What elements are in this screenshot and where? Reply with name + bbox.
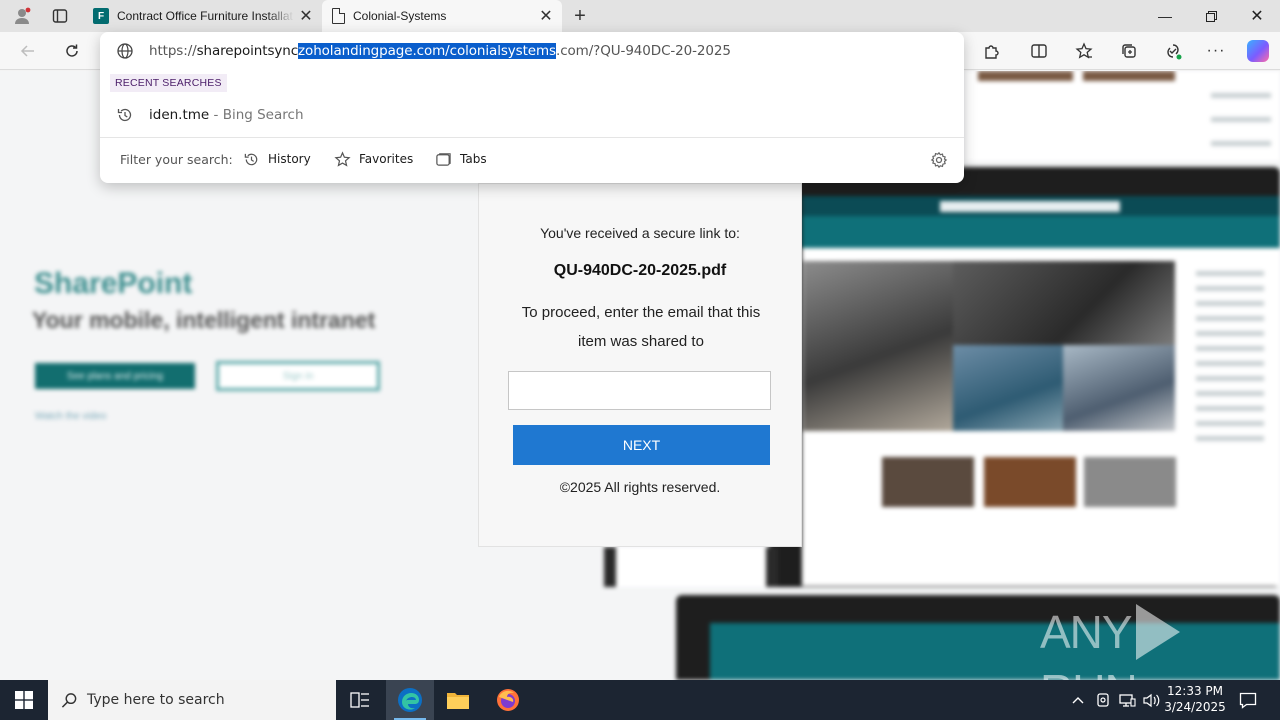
split-screen-icon[interactable]: [1026, 38, 1052, 64]
profile-icon[interactable]: [10, 4, 34, 28]
clock-time: 12:33 PM: [1167, 684, 1223, 698]
see-plans-button: See plans and pricing: [35, 363, 195, 389]
notifications-icon[interactable]: [1234, 680, 1262, 720]
sharepoint-tagline: Your mobile, intelligent intranet: [32, 307, 376, 333]
sign-in-button: Sign in: [216, 361, 380, 391]
star-icon: [334, 150, 351, 167]
tab-title: Contract Office Furniture Installat: [117, 9, 293, 23]
firefox-taskbar-button[interactable]: [484, 680, 532, 720]
browser-essentials-icon[interactable]: [1160, 38, 1186, 64]
collections-icon[interactable]: [1116, 38, 1142, 64]
anyrun-watermark: ANYRUN: [1040, 603, 1280, 680]
start-button[interactable]: [0, 680, 48, 720]
window-close-icon[interactable]: ✕: [1234, 0, 1280, 32]
secure-link-card: You've received a secure link to: QU-940…: [478, 183, 802, 547]
suggestion-item[interactable]: iden.tme - Bing Search: [100, 100, 964, 130]
received-text: You've received a secure link to:: [540, 225, 740, 241]
task-view-icon: [350, 692, 369, 708]
play-logo-icon: [1135, 603, 1180, 660]
suggestion-source: - Bing Search: [209, 107, 304, 123]
clock-date: 3/24/2025: [1164, 700, 1226, 714]
file-name: QU-940DC-20-2025.pdf: [553, 262, 727, 279]
selected-text: zoholandingpage.com/colonialsystems: [298, 43, 556, 59]
windows-taskbar: Type here to search 12:33 PM 3/24/2025: [0, 680, 1280, 720]
restore-icon[interactable]: [1188, 0, 1234, 32]
favorites-icon[interactable]: [1071, 38, 1097, 64]
forms-icon: F: [93, 8, 109, 24]
copilot-icon[interactable]: [1247, 40, 1269, 62]
edge-taskbar-button[interactable]: [386, 680, 434, 720]
tab-colonial-systems[interactable]: Colonial-Systems ✕: [322, 0, 562, 32]
tabs-icon: [436, 152, 451, 166]
tab-strip: F Contract Office Furniture Installat ✕ …: [0, 0, 1280, 32]
gear-icon[interactable]: [930, 151, 948, 169]
suggestion-query: iden.tme: [149, 107, 210, 123]
copyright-text: ©2025 All rights reserved.: [559, 479, 721, 495]
recent-searches-label: RECENT SEARCHES: [110, 74, 227, 92]
network-icon[interactable]: [1116, 680, 1138, 720]
filter-label: Filter your search:: [120, 152, 233, 167]
globe-icon: [117, 43, 133, 59]
search-icon: [61, 693, 77, 708]
close-icon[interactable]: ✕: [534, 4, 558, 28]
history-icon: [117, 108, 132, 122]
close-icon[interactable]: ✕: [294, 4, 318, 28]
divider: [100, 137, 964, 138]
volume-icon[interactable]: [1140, 680, 1162, 720]
folder-icon: [447, 693, 469, 709]
refresh-icon[interactable]: [59, 38, 85, 64]
minimize-icon[interactable]: —: [1142, 0, 1188, 32]
file-explorer-button[interactable]: [434, 680, 482, 720]
search-filter-row: Filter your search: History Favorites Ta…: [100, 140, 964, 180]
filter-tabs[interactable]: Tabs: [435, 148, 487, 170]
system-clock[interactable]: 12:33 PM 3/24/2025: [1160, 683, 1230, 715]
email-field[interactable]: [508, 371, 771, 410]
sharepoint-logo: SharePoint: [34, 267, 193, 300]
device-icon[interactable]: [1092, 680, 1114, 720]
back-icon[interactable]: [15, 38, 41, 64]
more-menu-icon[interactable]: ···: [1203, 38, 1229, 64]
extensions-icon[interactable]: [978, 38, 1004, 64]
taskbar-search-input[interactable]: Type here to search: [48, 680, 336, 720]
page-icon: [332, 8, 345, 24]
firefox-icon: [497, 689, 519, 711]
tab-title: Colonial-Systems: [353, 9, 447, 23]
next-button[interactable]: NEXT: [513, 425, 770, 465]
address-input[interactable]: https://sharepointsynczoholandingpage.co…: [149, 43, 731, 59]
tray-chevron-icon[interactable]: [1068, 680, 1088, 720]
watch-video-link: Watch the video: [35, 411, 107, 422]
history-icon: [244, 153, 258, 165]
filter-favorites[interactable]: Favorites: [334, 148, 413, 170]
filter-history[interactable]: History: [243, 148, 311, 170]
windows-logo-icon: [15, 691, 33, 709]
task-view-button[interactable]: [336, 680, 384, 720]
new-tab-icon[interactable]: +: [568, 4, 592, 28]
tab-actions-icon[interactable]: [48, 4, 72, 28]
address-bar-dropdown: https://sharepointsynczoholandingpage.co…: [100, 32, 964, 183]
instruction-text: To proceed, enter the email that this it…: [521, 304, 761, 350]
tab-contract-office[interactable]: F Contract Office Furniture Installat ✕: [85, 0, 322, 32]
edge-icon: [398, 688, 422, 712]
search-placeholder: Type here to search: [87, 692, 225, 708]
